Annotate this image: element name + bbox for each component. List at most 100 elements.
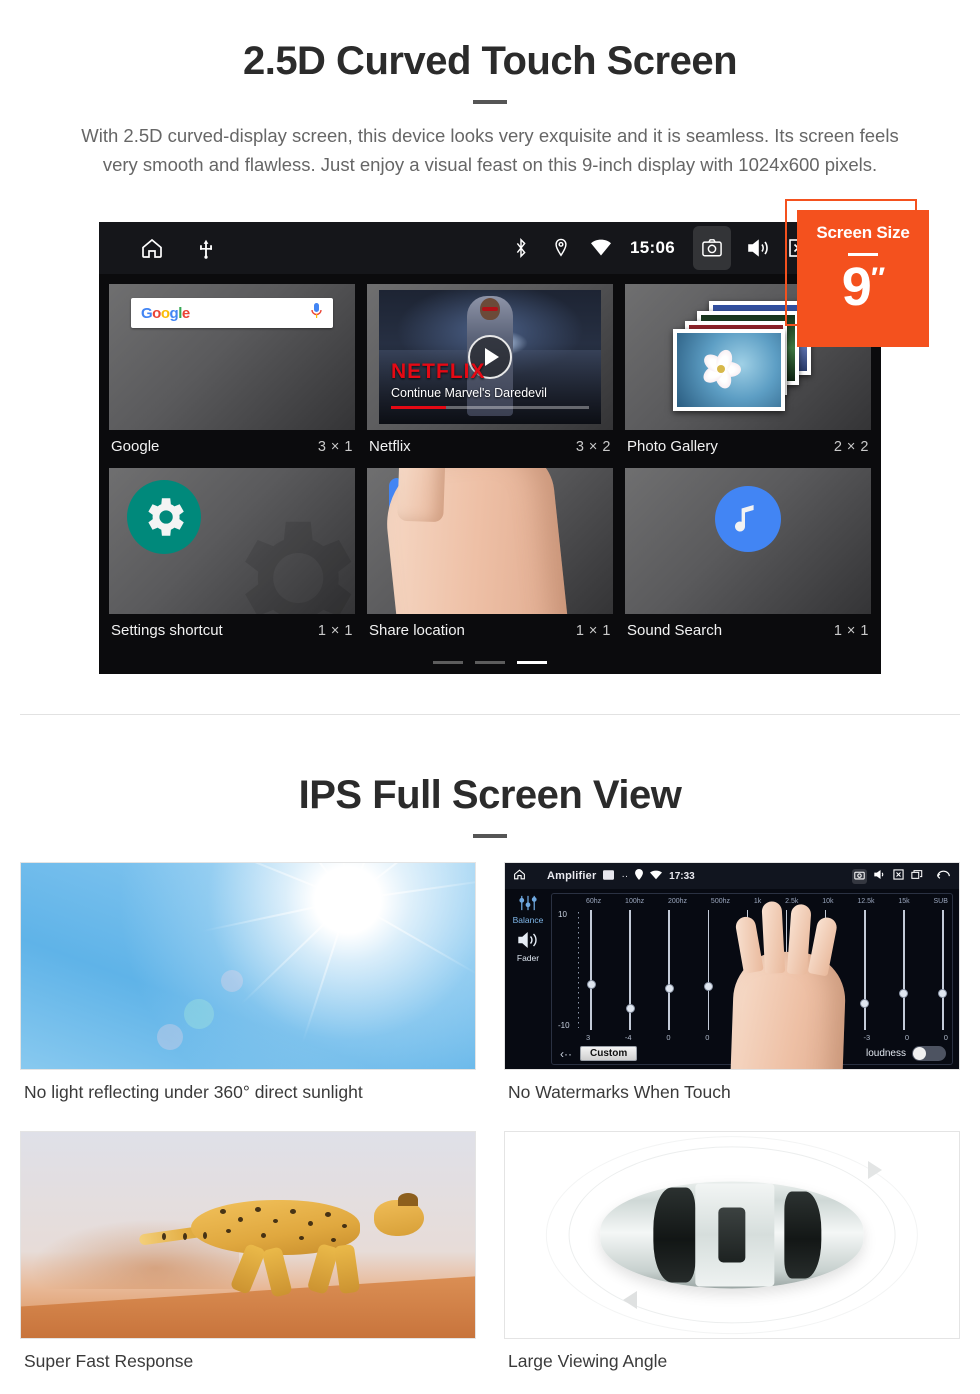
eq-slider[interactable] — [899, 910, 909, 1030]
page-dot-2[interactable] — [475, 661, 505, 664]
widget-cell-settings[interactable]: Settings shortcut 1 × 1 — [107, 466, 357, 647]
gallery-caption: Large Viewing Angle — [508, 1351, 668, 1371]
eq-slider[interactable] — [586, 910, 596, 1030]
band-value: 0 — [666, 1033, 671, 1042]
eq-slider[interactable] — [625, 910, 635, 1030]
band-value: -3 — [863, 1033, 871, 1042]
amplifier-body: Balance Fader 60hz 100hz 200hz 500hz 1k … — [505, 889, 959, 1069]
gallery-item-car: Large Viewing Angle — [504, 1131, 960, 1388]
ips-section-title: IPS Full Screen View — [298, 773, 682, 817]
widget-caption: Netflix 3 × 2 — [365, 432, 615, 463]
fader-icon[interactable] — [517, 931, 539, 951]
status-bar-clock: 15:06 — [630, 238, 675, 257]
loudness-control[interactable]: loudness — [866, 1046, 946, 1061]
home-icon[interactable] — [139, 235, 165, 261]
screen-size-value: 9″ — [797, 260, 929, 314]
band-label: 15k — [898, 898, 910, 905]
widget-cell-sound-search[interactable]: Sound Search 1 × 1 — [623, 466, 873, 647]
balance-label[interactable]: Balance — [513, 915, 544, 925]
band-label: 10k — [822, 898, 834, 905]
widget-caption: Settings shortcut 1 × 1 — [107, 616, 357, 647]
ips-title-underline — [473, 834, 507, 838]
widget-cell-share-location[interactable]: G Share location 1 × 1 — [365, 466, 615, 647]
gallery-caption: Super Fast Response — [24, 1351, 194, 1371]
sky-gradient — [21, 863, 475, 1069]
microphone-icon[interactable] — [310, 302, 323, 325]
netflix-character-head — [480, 298, 500, 320]
gallery-caption: No Watermarks When Touch — [508, 1082, 731, 1102]
home-icon[interactable] — [513, 868, 526, 884]
preset-button[interactable]: Custom — [580, 1046, 638, 1061]
usb-icon — [193, 235, 219, 261]
more-icon: ·· — [621, 870, 629, 882]
band-label: 60hz — [586, 898, 602, 905]
scale-bottom-label: -10 — [558, 1021, 570, 1030]
settings-shortcut-widget[interactable] — [107, 466, 357, 616]
widget-name: Sound Search — [627, 622, 723, 639]
eq-slider[interactable] — [703, 910, 713, 1030]
wifi-icon — [588, 235, 614, 261]
volume-icon[interactable] — [874, 869, 886, 883]
back-arrow-icon[interactable]: ‹·· — [560, 1047, 572, 1061]
recents-icon[interactable] — [911, 869, 923, 883]
music-note-icon[interactable] — [715, 486, 781, 552]
netflix-widget[interactable]: NETFLIX Continue Marvel's Daredevil — [365, 282, 615, 432]
band-label: 2.5k — [785, 898, 799, 905]
gear-icon[interactable] — [127, 480, 201, 554]
scale-ticks — [578, 912, 579, 1028]
screen-size-badge: Screen Size 9″ — [797, 210, 929, 347]
amplifier-ui: Amplifier ·· 17:33 Balance Fader 60hz 10… — [505, 863, 959, 1069]
page-indicator[interactable] — [99, 661, 881, 664]
badge-unit: ″ — [870, 262, 885, 295]
scale-top-label: 10 — [558, 910, 567, 919]
screen-size-label: Screen Size — [816, 223, 910, 242]
rear-window — [784, 1191, 822, 1279]
sound-search-widget[interactable] — [623, 466, 873, 616]
netflix-brand: NETFLIX — [391, 360, 486, 383]
google-search-widget[interactable]: Google — [107, 282, 357, 432]
loudness-toggle[interactable] — [912, 1046, 946, 1061]
sunroof — [718, 1207, 746, 1263]
cherry-blossom-icon — [698, 346, 744, 392]
page-dot-3-active[interactable] — [517, 661, 547, 664]
balance-icon[interactable] — [518, 895, 538, 913]
fader-label[interactable]: Fader — [517, 953, 539, 963]
device-screenshot: 15:06 Google Google 3 × 1 NETFLIX Contin… — [99, 222, 881, 674]
volume-icon[interactable] — [745, 235, 771, 261]
widget-cell-google[interactable]: Google Google 3 × 1 — [107, 282, 357, 463]
band-label: 100hz — [625, 898, 645, 905]
widget-size: 1 × 1 — [575, 622, 611, 639]
widget-cell-netflix[interactable]: NETFLIX Continue Marvel's Daredevil Netf… — [365, 282, 615, 463]
widget-caption: Google 3 × 1 — [107, 432, 357, 463]
bluetooth-icon — [508, 235, 534, 261]
google-search-bar[interactable]: Google — [131, 298, 333, 328]
location-icon — [635, 869, 644, 883]
band-label: 12.5k — [857, 898, 875, 905]
cheetah-ear — [397, 1192, 418, 1206]
camera-icon[interactable] — [852, 868, 867, 884]
widget-name: Google — [111, 438, 160, 455]
widget-size: 3 × 1 — [317, 438, 353, 455]
band-label: 200hz — [667, 898, 688, 905]
close-box-icon[interactable] — [893, 869, 904, 883]
location-icon — [548, 235, 574, 261]
eq-slider[interactable] — [664, 910, 674, 1030]
back-icon[interactable] — [936, 869, 951, 883]
netflix-progress-bar — [391, 406, 589, 409]
eq-slider[interactable] — [860, 910, 870, 1030]
gallery-item-sunlight: No light reflecting under 360° direct su… — [20, 862, 476, 1119]
share-location-widget[interactable]: G — [365, 466, 615, 616]
camera-icon[interactable] — [693, 226, 731, 270]
amplifier-title: Amplifier — [547, 870, 597, 882]
band-label: 1k — [753, 898, 762, 905]
wifi-icon — [650, 870, 663, 883]
page-dot-1[interactable] — [433, 661, 463, 664]
gallery-item-cheetah: Super Fast Response — [20, 1131, 476, 1388]
ips-full-screen-section: IPS Full Screen View No light reflecting… — [0, 714, 980, 1388]
pointing-hand-illustration — [380, 468, 584, 614]
android-status-bar: 15:06 — [99, 222, 881, 274]
eq-slider[interactable] — [938, 910, 948, 1030]
page-title: 2.5D Curved Touch Screen — [242, 39, 738, 83]
widget-name: Netflix — [369, 438, 411, 455]
widget-name: Share location — [369, 622, 465, 639]
